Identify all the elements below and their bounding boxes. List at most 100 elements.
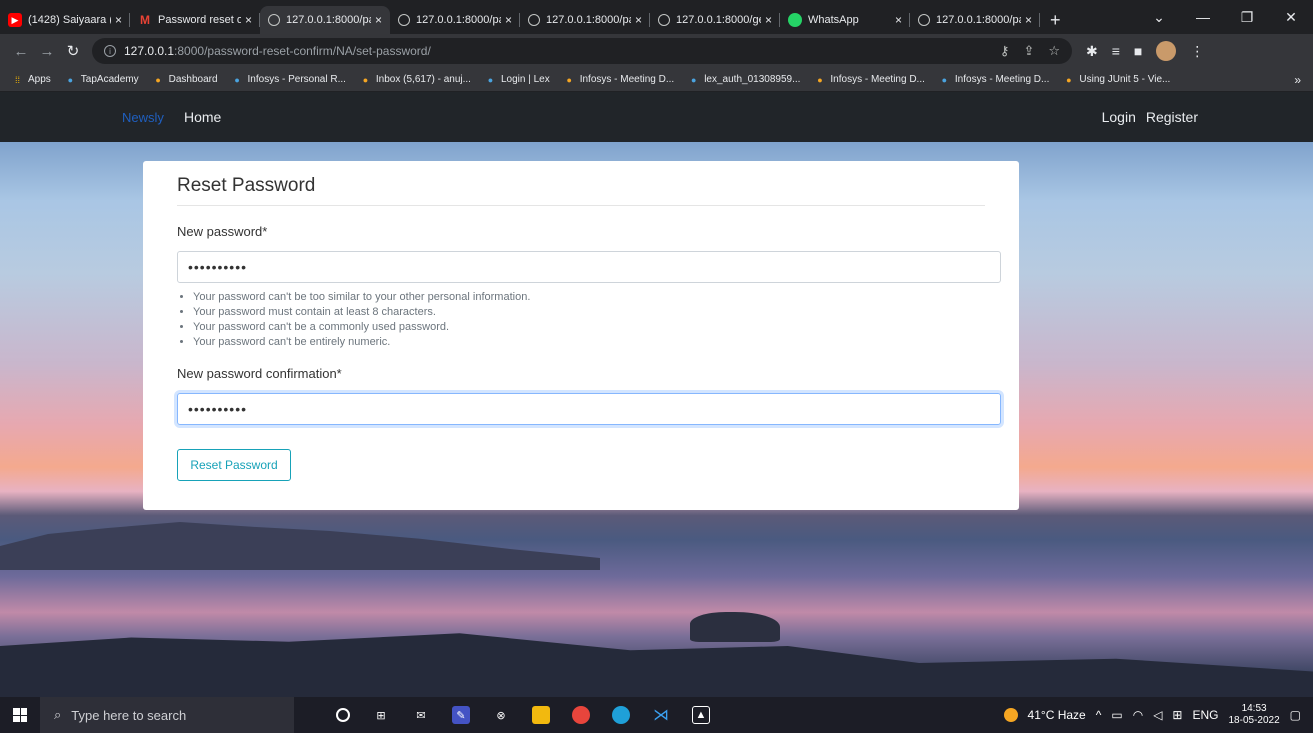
- language-icon[interactable]: ⊞: [1172, 708, 1182, 722]
- reading-list-icon[interactable]: ≡: [1112, 43, 1120, 59]
- tab-close-icon[interactable]: ×: [635, 13, 642, 27]
- tab-close-icon[interactable]: ×: [1025, 13, 1032, 27]
- tab-close-icon[interactable]: ×: [375, 13, 382, 27]
- menu-icon[interactable]: ⋮: [1190, 43, 1204, 60]
- tab-close-icon[interactable]: ×: [115, 13, 122, 27]
- star-icon[interactable]: ☆: [1048, 43, 1060, 59]
- mail-icon[interactable]: ✉: [412, 706, 430, 724]
- task-view-icon[interactable]: ⊞: [372, 706, 390, 724]
- bookmark-label: Inbox (5,617) - anuj...: [375, 74, 471, 85]
- globe-icon: [528, 14, 540, 26]
- wifi-icon[interactable]: ◠: [1133, 708, 1143, 722]
- new-tab-button[interactable]: +: [1040, 6, 1071, 34]
- nav-home-link[interactable]: Home: [184, 109, 221, 125]
- bookmark-favicon-icon: ●: [67, 74, 74, 85]
- tab-close-icon[interactable]: ×: [505, 13, 512, 27]
- reload-icon[interactable]: ↻: [60, 42, 86, 60]
- cortana-icon[interactable]: [336, 708, 350, 722]
- bookmark-favicon-icon: ●: [234, 74, 240, 85]
- browser-tab[interactable]: M Password reset or ×: [130, 6, 260, 34]
- share-icon[interactable]: ⇪: [1023, 43, 1034, 59]
- vscode-icon[interactable]: ⋊: [652, 706, 670, 724]
- tab-search-icon[interactable]: ⌄: [1137, 9, 1181, 26]
- bookmark-label: TapAcademy: [80, 74, 139, 85]
- bookmark-item[interactable]: ● Inbox (5,617) - anuj...: [360, 74, 471, 85]
- bookmark-favicon-icon: ●: [1066, 74, 1072, 85]
- xbox-icon[interactable]: ⊗: [492, 706, 510, 724]
- confirm-password-input[interactable]: ••••••••••: [177, 393, 1001, 425]
- minimize-icon[interactable]: —: [1181, 9, 1225, 25]
- bookmark-list: ⁞⁞ Apps ● TapAcademy ● Dashboard ● Infosys - Pe…: [12, 74, 1184, 85]
- help-item: Your password can't be too similar to yo…: [193, 290, 985, 305]
- bookmarks-bar: ⁞⁞ Apps ● TapAcademy ● Dashboard ● Infosys - Pe…: [0, 68, 1313, 92]
- battery-icon[interactable]: ▭: [1111, 708, 1122, 722]
- tab-close-icon[interactable]: ×: [895, 13, 902, 27]
- bookmark-item[interactable]: ● Infosys - Personal R...: [232, 74, 346, 85]
- bookmark-item[interactable]: ● Infosys - Meeting D...: [564, 74, 675, 85]
- bookmark-item[interactable]: ● Using JUnit 5 - Vie...: [1063, 74, 1170, 85]
- bookmark-item[interactable]: ● Infosys - Meeting D...: [939, 74, 1050, 85]
- bookmark-favicon-icon: ●: [941, 74, 948, 85]
- login-link[interactable]: Login: [1102, 109, 1136, 125]
- clock-time: 14:53: [1241, 703, 1267, 714]
- bookmark-label: lex_auth_01308959...: [704, 74, 801, 85]
- browser-tab[interactable]: 127.0.0.1:8000/pa ×: [260, 6, 390, 34]
- omnibox-actions: ⚷ ⇪ ☆: [1000, 43, 1060, 59]
- side-panel-icon[interactable]: ■: [1134, 43, 1142, 59]
- tab-close-icon[interactable]: ×: [245, 13, 252, 27]
- volume-icon[interactable]: ◁: [1153, 708, 1162, 722]
- new-password-input[interactable]: ••••••••••: [177, 251, 1001, 283]
- help-item: Your password must contain at least 8 ch…: [193, 305, 985, 320]
- bookmark-item[interactable]: ● Dashboard: [153, 74, 217, 85]
- bookmark-label: Infosys - Meeting D...: [579, 74, 675, 85]
- restore-icon[interactable]: ❐: [1225, 9, 1269, 26]
- browser-tab[interactable]: ▶ (1428) Saiyaara (×: [0, 6, 130, 34]
- browser-tab[interactable]: 127.0.0.1:8000/ge ×: [650, 6, 780, 34]
- bookmark-favicon-icon: ●: [487, 74, 494, 85]
- browser-tab[interactable]: WhatsApp ×: [780, 6, 910, 34]
- notifications-icon[interactable]: ▢: [1290, 708, 1301, 722]
- start-button[interactable]: [0, 708, 40, 722]
- search-icon: ⌕: [54, 707, 62, 722]
- browser-tab[interactable]: 127.0.0.1:8000/pa ×: [390, 6, 520, 34]
- site-info-icon[interactable]: i: [104, 45, 116, 57]
- bookmark-label: Infosys - Meeting D...: [830, 74, 925, 85]
- taskbar-search[interactable]: ⌕ Type here to search: [40, 697, 294, 733]
- weather-text[interactable]: 41°C Haze: [1028, 708, 1086, 722]
- bookmark-item[interactable]: ● Infosys - Meeting D...: [814, 74, 925, 85]
- register-link[interactable]: Register: [1146, 109, 1198, 125]
- bookmark-item[interactable]: ● Login | Lex: [485, 74, 550, 85]
- tab-title: 127.0.0.1:8000/pa: [286, 14, 371, 26]
- address-bar[interactable]: i 127.0.0.1:8000/password-reset-confirm/…: [92, 38, 1072, 64]
- bookmarks-overflow-button[interactable]: »: [1294, 73, 1301, 87]
- browser-toolbar: ← → ↻ i 127.0.0.1:8000/password-reset-co…: [0, 34, 1313, 68]
- bookmark-item[interactable]: ● TapAcademy: [65, 74, 139, 85]
- globe-icon: [398, 14, 410, 26]
- stylus-app-icon[interactable]: ✎: [452, 706, 470, 724]
- profile-avatar[interactable]: [1156, 41, 1177, 61]
- back-icon[interactable]: ←: [8, 43, 34, 60]
- tab-close-icon[interactable]: ×: [765, 13, 772, 27]
- extensions-icon[interactable]: ✱: [1086, 43, 1098, 60]
- url-path: :8000/password-reset-confirm/NA/set-pass…: [174, 44, 431, 58]
- bookmark-item[interactable]: ● lex_auth_01308959...: [688, 74, 800, 85]
- forward-icon[interactable]: →: [34, 43, 60, 60]
- language-code[interactable]: ENG: [1192, 708, 1218, 722]
- chrome-icon[interactable]: [572, 706, 590, 724]
- edge-icon[interactable]: [612, 706, 630, 724]
- whatsapp-icon: [788, 13, 802, 27]
- browser-tab[interactable]: 127.0.0.1:8000/pa ×: [910, 6, 1040, 34]
- browser-tab[interactable]: 127.0.0.1:8000/pa ×: [520, 6, 650, 34]
- password-help-list: Your password can't be too similar to yo…: [177, 290, 985, 350]
- tab-title: 127.0.0.1:8000/ge: [676, 14, 761, 26]
- reset-password-button[interactable]: Reset Password: [177, 449, 291, 481]
- file-explorer-icon[interactable]: [532, 706, 550, 724]
- tray-overflow-icon[interactable]: ^: [1096, 708, 1102, 722]
- clock[interactable]: 14:53 18-05-2022: [1229, 703, 1280, 727]
- key-icon[interactable]: ⚷: [1000, 43, 1010, 59]
- close-window-icon[interactable]: ✕: [1269, 9, 1313, 26]
- bookmark-label: Infosys - Personal R...: [247, 74, 346, 85]
- photos-icon[interactable]: ▲: [692, 706, 710, 724]
- bookmark-item[interactable]: ⁞⁞ Apps: [12, 74, 51, 85]
- brand-link[interactable]: Newsly: [122, 110, 164, 125]
